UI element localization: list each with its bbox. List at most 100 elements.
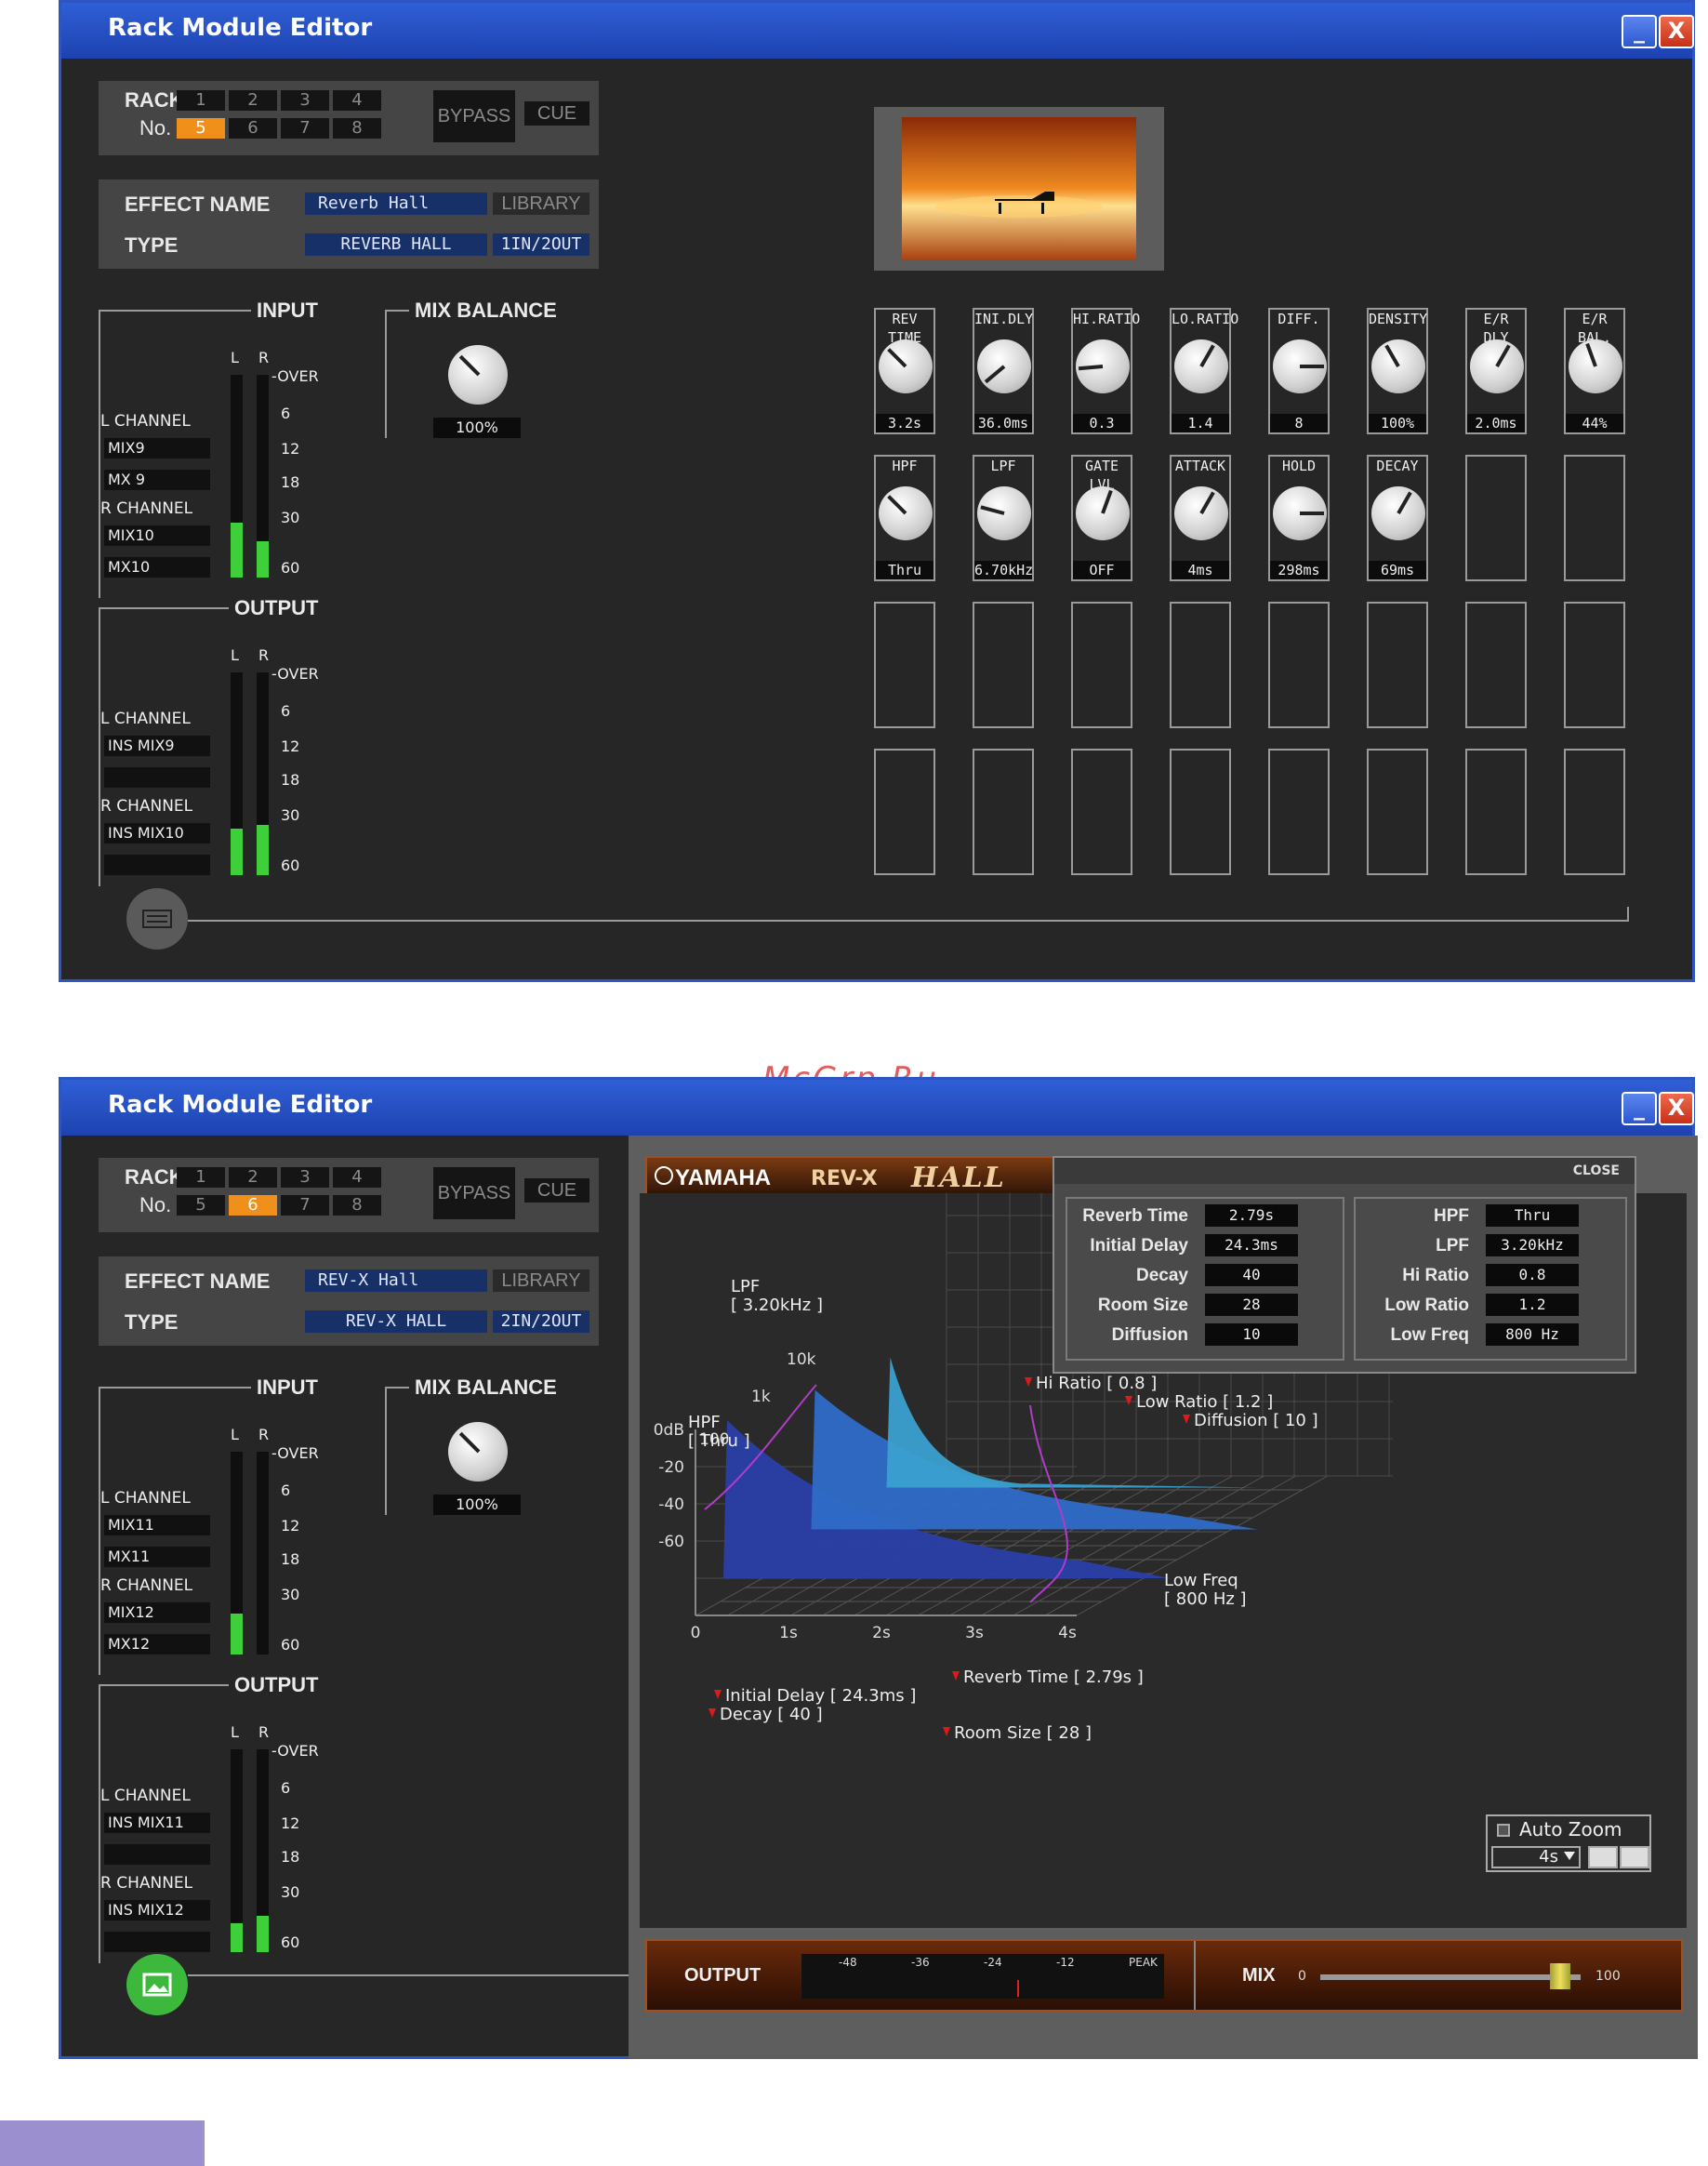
input-l-source-1[interactable]: MIX11: [104, 1515, 210, 1535]
popup-room-size-value[interactable]: 28: [1205, 1294, 1298, 1316]
minimize-button[interactable]: _: [1622, 15, 1657, 48]
popup-initial-delay-value[interactable]: 24.3ms: [1205, 1234, 1298, 1256]
param-hpf[interactable]: HPF Thru: [874, 455, 935, 581]
param-diff[interactable]: DIFF. 8: [1268, 308, 1330, 434]
rack-button-7[interactable]: 7: [281, 118, 329, 139]
effect-name-label: EFFECT NAME: [125, 193, 271, 216]
popup-low-freq-value[interactable]: 800 Hz: [1486, 1323, 1579, 1346]
library-button[interactable]: LIBRARY: [493, 193, 589, 215]
rack-button-1[interactable]: 1: [177, 1167, 225, 1188]
param-lpf[interactable]: LPF 6.70kHz: [973, 455, 1034, 581]
param-e-r-dly[interactable]: E/R DLY 2.0ms: [1465, 308, 1527, 434]
param-hold-knob[interactable]: [1273, 486, 1327, 540]
param-hold[interactable]: HOLD 298ms: [1268, 455, 1330, 581]
param-hpf-knob[interactable]: [879, 486, 933, 540]
popup-hpf-value[interactable]: Thru: [1486, 1204, 1579, 1227]
param-gate-lvl-knob[interactable]: [1076, 486, 1130, 540]
mix-balance-knob[interactable]: [448, 1422, 508, 1482]
param-e-r-bal[interactable]: E/R BAL. 44%: [1564, 308, 1625, 434]
output-r-dest[interactable]: INS MIX10: [104, 823, 210, 844]
mix-slider-thumb[interactable]: [1549, 1963, 1570, 1989]
rack-button-5[interactable]: 5: [177, 118, 225, 139]
close-button[interactable]: X: [1659, 1092, 1694, 1125]
input-l-source-1[interactable]: MIX9: [104, 438, 210, 458]
rack-button-8[interactable]: 8: [333, 118, 381, 139]
param-lo-ratio-label: LO.RATIO: [1172, 311, 1239, 327]
minimize-button[interactable]: _: [1622, 1092, 1657, 1125]
param-attack-label: ATTACK: [1174, 458, 1226, 474]
rack-button-3[interactable]: 3: [281, 1167, 329, 1188]
rack-button-7[interactable]: 7: [281, 1195, 329, 1216]
param-gate-lvl-value: OFF: [1073, 561, 1131, 579]
rack-button-4[interactable]: 4: [333, 90, 381, 111]
popup-low-ratio-value[interactable]: 1.2: [1486, 1294, 1579, 1316]
effect-name-field[interactable]: Reverb Hall: [305, 193, 487, 215]
close-button[interactable]: X: [1659, 15, 1694, 48]
cue-button[interactable]: CUE: [524, 101, 589, 126]
picture-icon-button[interactable]: [126, 1954, 188, 2015]
mix-balance-knob[interactable]: [448, 345, 508, 405]
param-attack-knob[interactable]: [1174, 486, 1228, 540]
output-l-dest[interactable]: INS MIX11: [104, 1813, 210, 1833]
cue-button[interactable]: CUE: [524, 1178, 589, 1203]
param-attack[interactable]: ATTACK 4ms: [1170, 455, 1231, 581]
output-l-dest[interactable]: INS MIX9: [104, 736, 210, 756]
auto-zoom-box: Auto Zoom 4s: [1486, 1814, 1651, 1872]
param-gate-lvl[interactable]: GATE LVL OFF: [1071, 455, 1132, 581]
param-lo-ratio[interactable]: LO.RATIO 1.4: [1170, 308, 1239, 434]
param-hi-ratio[interactable]: HI.RATIO 0.3: [1071, 308, 1140, 434]
auto-zoom-checkbox[interactable]: [1497, 1824, 1510, 1837]
param-lpf-knob[interactable]: [977, 486, 1031, 540]
param-diff-knob[interactable]: [1273, 339, 1327, 393]
param-rev-time[interactable]: REV TIME 3.2s: [874, 308, 935, 434]
popup-diffusion-value[interactable]: 10: [1205, 1323, 1298, 1346]
param-decay-knob[interactable]: [1371, 486, 1425, 540]
popup-lpf-value[interactable]: 3.20kHz: [1486, 1234, 1579, 1256]
input-r-source-1[interactable]: MIX10: [104, 525, 210, 546]
rack-button-8[interactable]: 8: [333, 1195, 381, 1216]
popup-close-button[interactable]: CLOSE: [1573, 1163, 1620, 1178]
popup-hi-ratio-value[interactable]: 0.8: [1486, 1264, 1579, 1286]
keyboard-icon-button[interactable]: [126, 888, 188, 950]
library-button[interactable]: LIBRARY: [493, 1269, 589, 1292]
empty-param-slot: [1465, 749, 1527, 875]
rack-number-group: RACK No. 1234 5678 BYPASS CUE: [99, 1158, 599, 1232]
plugin-mix-label: MIX: [1242, 1965, 1276, 1986]
empty-param-slot: [1465, 455, 1527, 581]
param-e-r-bal-knob[interactable]: [1569, 339, 1622, 393]
rack-button-1[interactable]: 1: [177, 90, 225, 111]
room-size-marker-arrow-icon: [943, 1727, 950, 1736]
rack-button-2[interactable]: 2: [229, 1167, 277, 1188]
empty-param-slot: [1071, 602, 1132, 728]
popup-reverb-time-value[interactable]: 2.79s: [1205, 1204, 1298, 1227]
popup-decay-value[interactable]: 40: [1205, 1264, 1298, 1286]
output-r-label: R: [258, 646, 270, 664]
rack-button-6[interactable]: 6: [229, 118, 277, 139]
rack-button-3[interactable]: 3: [281, 90, 329, 111]
param-density[interactable]: DENSITY 100%: [1367, 308, 1428, 434]
graph-mode-2d-icon[interactable]: [1588, 1846, 1618, 1868]
input-title: INPUT: [251, 1375, 324, 1400]
rack-button-6[interactable]: 6: [229, 1195, 277, 1216]
param-rev-time-knob[interactable]: [879, 339, 933, 393]
param-density-knob[interactable]: [1371, 339, 1425, 393]
rack-button-2[interactable]: 2: [229, 90, 277, 111]
param-hi-ratio-knob[interactable]: [1076, 339, 1130, 393]
param-ini-dly[interactable]: INI.DLY 36.0ms: [973, 308, 1034, 434]
time-tick: 2s: [872, 1624, 891, 1642]
param-e-r-dly-knob[interactable]: [1470, 339, 1524, 393]
bypass-button[interactable]: BYPASS: [433, 1167, 515, 1219]
output-r-dest[interactable]: INS MIX12: [104, 1900, 210, 1920]
param-lo-ratio-knob[interactable]: [1174, 339, 1228, 393]
rack-button-5[interactable]: 5: [177, 1195, 225, 1216]
mix-slider-track[interactable]: [1320, 1974, 1581, 1980]
output-r-channel-label: R CHANNEL: [100, 1874, 193, 1893]
param-ini-dly-knob[interactable]: [977, 339, 1031, 393]
rack-button-4[interactable]: 4: [333, 1167, 381, 1188]
effect-name-field[interactable]: REV-X Hall: [305, 1269, 487, 1292]
param-ini-dly-value: 36.0ms: [974, 414, 1032, 432]
input-r-source-1[interactable]: MIX12: [104, 1602, 210, 1623]
bypass-button[interactable]: BYPASS: [433, 90, 515, 142]
graph-mode-3d-icon[interactable]: [1620, 1846, 1649, 1868]
param-decay[interactable]: DECAY 69ms: [1367, 455, 1428, 581]
